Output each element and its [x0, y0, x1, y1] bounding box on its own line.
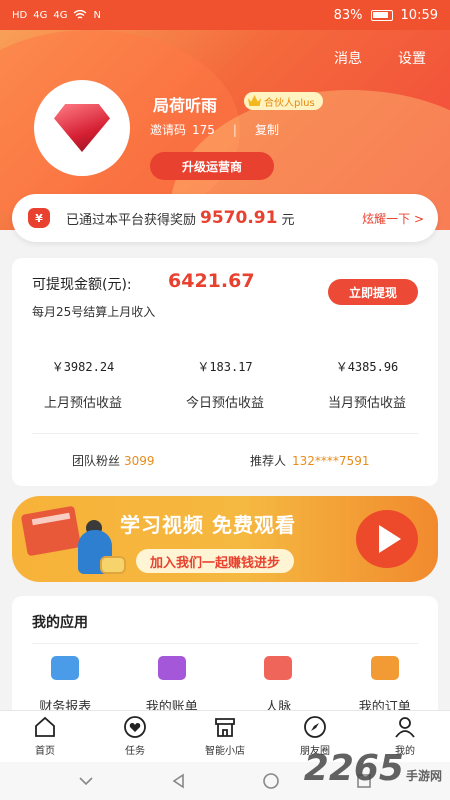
tab-label: 首页	[35, 746, 55, 757]
invite-separator: |	[232, 122, 237, 137]
referrer-value: 132****7591	[292, 454, 370, 468]
team-fans-value: 3099	[124, 454, 155, 468]
copy-button[interactable]: 复制	[255, 121, 279, 138]
divider	[32, 433, 418, 434]
stat-last-month[interactable]: ￥3982.24 上月预估收益	[12, 358, 154, 411]
upgrade-operator-button[interactable]: 升级运营商	[150, 152, 274, 180]
heart-icon	[124, 716, 146, 738]
stat-label: 上月预估收益	[43, 396, 122, 411]
my-apps-card: 我的应用 财务报表 我的账单 人脉 我的订单	[12, 596, 438, 716]
settings-link[interactable]: 设置	[398, 48, 426, 68]
app-my-order[interactable]: 我的订单	[332, 656, 439, 715]
wifi-icon	[74, 10, 87, 19]
apps-title: 我的应用	[32, 615, 88, 631]
play-triangle	[379, 525, 401, 553]
reward-card: ¥ 已通过本平台获得奖励 9570.91 元 炫耀一下 >	[12, 194, 438, 242]
banner-subtitle: 加入我们一起赚钱进步	[136, 549, 295, 573]
bill-icon	[157, 656, 186, 680]
site-watermark: 2265 手游网	[304, 748, 442, 789]
battery-icon	[370, 9, 393, 21]
apps-row: 财务报表 我的账单 人脉 我的订单	[12, 656, 438, 715]
coins-illustration	[100, 556, 126, 574]
compass-icon	[304, 716, 326, 738]
earnings-stats: ￥3982.24 上月预估收益 ￥183.17 今日预估收益 ￥4385.96 …	[12, 358, 438, 411]
show-off-link[interactable]: 炫耀一下 >	[362, 210, 424, 227]
stat-label: 当月预估收益	[327, 396, 406, 411]
withdraw-label: 可提现金额(元):	[32, 277, 132, 293]
reward-text: 已通过本平台获得奖励	[66, 212, 197, 228]
play-icon[interactable]	[356, 510, 418, 568]
tab-tasks[interactable]: 任务	[90, 711, 180, 762]
team-fans[interactable]: 团队粉丝 3099	[72, 452, 155, 469]
invite-label: 邀请码	[150, 123, 187, 137]
home-circle-icon[interactable]	[262, 772, 280, 790]
app-contacts[interactable]: 人脉	[225, 656, 332, 715]
signal-4g-indicator-2: 4G	[53, 9, 68, 21]
app-my-bill[interactable]: 我的账单	[119, 656, 226, 715]
watermark-text: 2265	[303, 748, 404, 789]
reward-unit: 元	[281, 212, 295, 228]
shop-icon	[215, 718, 235, 737]
withdraw-amount: 6421.67	[168, 270, 255, 292]
nfc-indicator: N	[93, 9, 101, 21]
stat-value: ￥3982.24	[51, 360, 115, 374]
tab-home[interactable]: 首页	[0, 711, 90, 762]
team-fans-label: 团队粉丝	[72, 454, 121, 468]
status-right: 83% 10:59	[334, 8, 438, 23]
partner-badge-label: 合伙人plus	[264, 97, 315, 109]
back-icon[interactable]	[170, 772, 188, 790]
tab-label: 智能小店	[205, 746, 245, 757]
withdraw-button[interactable]: 立即提现	[328, 279, 418, 305]
crown-icon	[248, 95, 261, 106]
referrer-label: 推荐人	[250, 454, 287, 468]
earnings-card: 可提现金额(元): 6421.67 立即提现 每月25号结算上月收入 ￥3982…	[12, 258, 438, 486]
stat-this-month[interactable]: ￥4385.96 当月预估收益	[296, 358, 438, 411]
tab-label: 任务	[125, 746, 145, 757]
watermark-suffix: 手游网	[405, 769, 442, 783]
invite-row: 邀请码 175 | 复制	[150, 121, 279, 138]
invite-code: 175	[192, 122, 215, 137]
battery-percent: 83%	[333, 7, 363, 23]
chart-icon	[51, 656, 80, 680]
messages-link[interactable]: 消息	[334, 48, 362, 68]
referrer: 推荐人 132****7591	[250, 452, 369, 469]
banner-title: 学习视频 免费观看	[120, 513, 296, 537]
status-indicators: HD 4G 4G N	[12, 10, 101, 21]
stat-today[interactable]: ￥183.17 今日预估收益	[154, 358, 296, 411]
book-illustration	[20, 505, 82, 557]
header-links: 消息 设置	[334, 48, 426, 68]
hd-indicator: HD	[12, 9, 28, 21]
reward-amount: 9570.91	[200, 208, 278, 228]
status-bar: HD 4G 4G N 83% 10:59	[0, 0, 450, 30]
stat-value: ￥4385.96	[335, 360, 399, 374]
app-financial-report[interactable]: 财务报表	[12, 656, 119, 715]
money-bag-icon: ¥	[28, 208, 50, 228]
signal-4g-indicator: 4G	[33, 9, 48, 21]
user-icon	[395, 717, 415, 738]
stat-value: ￥183.17	[197, 360, 253, 374]
ruby-avatar-image	[54, 104, 110, 152]
contacts-icon	[264, 656, 293, 680]
clock: 10:59	[400, 7, 438, 23]
avatar[interactable]	[34, 80, 130, 176]
user-name: 局荷听雨	[153, 96, 218, 115]
order-icon	[370, 656, 399, 680]
partner-badge: 合伙人plus	[244, 92, 323, 110]
settle-note: 每月25号结算上月收入	[32, 305, 156, 319]
divider	[32, 643, 418, 644]
chevron-down-icon[interactable]	[77, 772, 95, 790]
tab-smart-shop[interactable]: 智能小店	[180, 711, 270, 762]
stat-label: 今日预估收益	[185, 396, 264, 411]
home-icon	[35, 716, 55, 737]
study-video-banner[interactable]: 学习视频 免费观看 加入我们一起赚钱进步	[12, 496, 438, 582]
